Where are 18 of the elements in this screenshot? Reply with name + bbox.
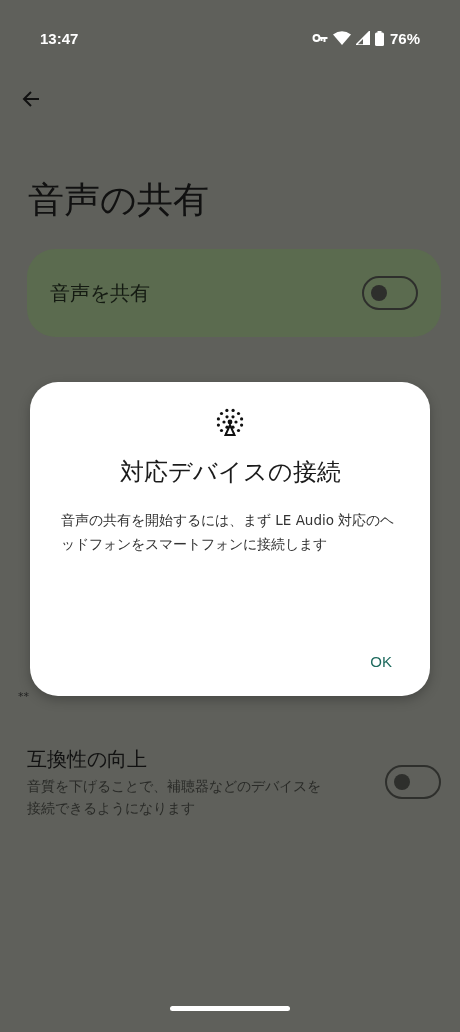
ok-button[interactable]: OK xyxy=(356,645,406,678)
share-label: 音声を共有 xyxy=(50,279,150,307)
battery-percent: 76% xyxy=(389,29,420,47)
page-title: 音声の共有 xyxy=(28,178,210,222)
wifi-icon xyxy=(332,31,351,45)
back-arrow-icon xyxy=(22,90,40,108)
partial-text: ** xyxy=(18,690,29,704)
dialog-message: 音声の共有を開始するには、まず LE Audio 対応のヘッドフォンをスマートフォンに接続します xyxy=(61,511,396,554)
status-time: 13:47 xyxy=(40,29,80,47)
broadcast-icon xyxy=(214,408,246,438)
toggle-switch[interactable] xyxy=(362,276,418,311)
dialog-title: 対応デバイスの接続 xyxy=(119,457,341,488)
navigation-handle[interactable] xyxy=(170,1006,290,1011)
setting-title: 互換性の向上 xyxy=(27,746,148,774)
toggle-switch[interactable] xyxy=(385,765,441,800)
signal-icon xyxy=(355,31,370,45)
battery-icon xyxy=(374,30,384,46)
key-icon xyxy=(311,33,328,43)
